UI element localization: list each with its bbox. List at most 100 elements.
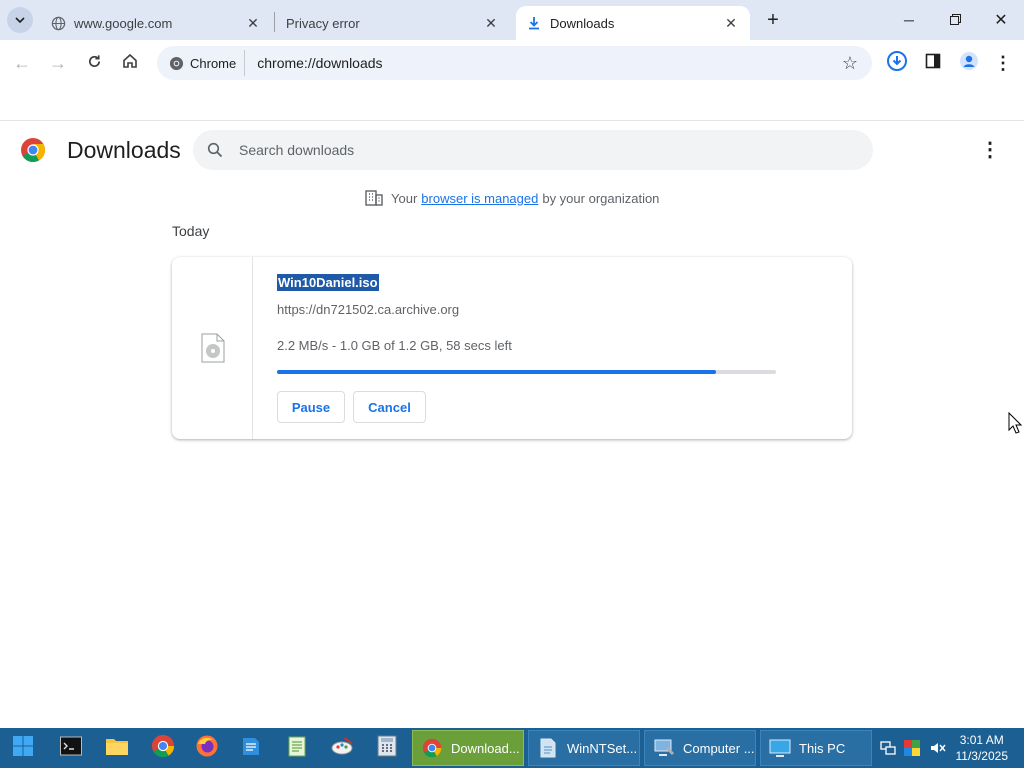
task-label: This PC xyxy=(799,740,846,756)
mouse-cursor-icon xyxy=(1008,411,1023,439)
star-icon[interactable]: ☆ xyxy=(842,53,858,74)
arrow-right-icon: → xyxy=(49,52,67,73)
tab-google[interactable]: www.google.com ✕ xyxy=(40,6,272,40)
minimize-button[interactable]: ─ xyxy=(886,0,932,40)
search-icon xyxy=(207,142,223,158)
taskbar-notepad[interactable] xyxy=(281,732,313,764)
document-icon xyxy=(537,737,559,759)
download-circle-icon xyxy=(886,50,908,77)
task-label: Computer ... xyxy=(683,740,755,756)
arrow-left-icon: ← xyxy=(13,52,31,73)
chrome-logo-icon xyxy=(169,56,184,71)
computer-management-icon xyxy=(653,737,675,759)
downloads-toolbar-button[interactable] xyxy=(882,48,912,78)
taskbar-task-this-pc[interactable]: This PC xyxy=(760,730,872,766)
file-name-link[interactable]: Win10Daniel.iso xyxy=(277,274,379,291)
system-clock[interactable]: 3:01 AM 11/3/2025 xyxy=(956,732,1009,764)
close-icon[interactable]: ✕ xyxy=(244,14,262,32)
omnibox[interactable]: Chrome chrome://downloads ☆ xyxy=(157,46,872,80)
taskbar-chrome[interactable] xyxy=(147,732,179,764)
side-panel-button[interactable] xyxy=(918,48,948,78)
restore-button[interactable] xyxy=(932,0,978,40)
cancel-button[interactable]: Cancel xyxy=(353,391,426,423)
browser-menu-button[interactable]: ⋮ xyxy=(988,48,1018,78)
avatar-icon xyxy=(959,51,979,76)
site-info-chip[interactable]: Chrome xyxy=(163,50,246,76)
download-progress-bar xyxy=(277,370,776,374)
windows-logo-icon xyxy=(12,735,34,762)
profile-button[interactable] xyxy=(954,48,984,78)
more-actions-icon[interactable]: ⋮ xyxy=(980,137,1000,162)
downloads-header: Downloads ⋮ xyxy=(0,120,1024,180)
task-label: WinNTSet... xyxy=(567,740,638,756)
taskbar-terminal[interactable] xyxy=(55,732,87,764)
network-icon[interactable] xyxy=(880,740,896,761)
more-vertical-icon: ⋮ xyxy=(994,52,1012,73)
managed-link[interactable]: browser is managed xyxy=(421,191,538,206)
browser-toolbar: ← → Chrome chrome://downloads ☆ ⋮ xyxy=(0,40,1024,86)
volume-muted-icon[interactable] xyxy=(930,740,946,761)
new-tab-button[interactable]: + xyxy=(750,0,796,40)
close-icon: ✕ xyxy=(994,12,1008,29)
managed-suffix: by your organization xyxy=(542,190,660,206)
building-icon xyxy=(365,190,383,206)
taskbar: Download... WinNTSet... Computer ... Thi… xyxy=(0,728,1024,768)
url-text[interactable]: chrome://downloads xyxy=(257,55,382,71)
home-button[interactable] xyxy=(115,48,145,78)
tab-divider xyxy=(274,12,275,32)
date-section-label: Today xyxy=(172,223,210,239)
clock-time: 3:01 AM xyxy=(959,733,1004,747)
restore-icon xyxy=(949,12,961,28)
tab-title: www.google.com xyxy=(74,15,173,31)
plus-icon: + xyxy=(767,8,779,31)
search-box[interactable] xyxy=(193,130,873,170)
close-icon[interactable]: ✕ xyxy=(482,14,500,32)
disc-file-icon xyxy=(201,333,225,368)
folder-icon xyxy=(105,736,129,761)
minimize-icon: ─ xyxy=(904,12,914,28)
close-icon[interactable]: ✕ xyxy=(722,14,740,32)
back-button[interactable]: ← xyxy=(7,48,37,78)
start-button[interactable] xyxy=(7,732,39,764)
download-status: 2.2 MB/s - 1.0 GB of 1.2 GB, 58 secs lef… xyxy=(277,338,512,353)
tab-search-button[interactable] xyxy=(2,0,38,40)
file-source-url[interactable]: https://dn721502.ca.archive.org xyxy=(277,302,459,317)
reload-button[interactable] xyxy=(79,48,109,78)
forward-button[interactable]: → xyxy=(43,48,73,78)
tab-strip: www.google.com ✕ Privacy error ✕ Downloa… xyxy=(0,0,1024,40)
calculator-icon xyxy=(377,735,397,762)
taskbar-file-explorer[interactable] xyxy=(101,732,133,764)
search-input[interactable] xyxy=(239,142,839,158)
monitor-icon xyxy=(769,737,791,759)
color-tray-icon[interactable] xyxy=(904,740,920,761)
tab-downloads[interactable]: Downloads ✕ xyxy=(516,6,750,40)
chrome-icon xyxy=(151,734,175,763)
download-icon xyxy=(526,15,542,31)
tab-title: Privacy error xyxy=(286,15,360,31)
taskbar-paint[interactable] xyxy=(327,732,359,764)
firefox-icon xyxy=(195,734,219,763)
home-icon xyxy=(122,53,138,74)
clock-date: 11/3/2025 xyxy=(955,749,1009,763)
side-panel-icon xyxy=(925,53,941,74)
taskbar-task-computer-management[interactable]: Computer ... xyxy=(644,730,756,766)
paint-icon xyxy=(331,735,355,762)
taskbar-firefox[interactable] xyxy=(191,732,223,764)
file-icon-column xyxy=(172,257,253,439)
taskbar-app-blue[interactable] xyxy=(235,732,267,764)
close-window-button[interactable]: ✕ xyxy=(978,0,1024,40)
managed-prefix: Your xyxy=(391,190,418,206)
taskbar-calculator[interactable] xyxy=(371,732,403,764)
task-label: Download... xyxy=(451,740,520,756)
pause-button[interactable]: Pause xyxy=(277,391,345,423)
book-icon xyxy=(240,735,262,762)
taskbar-task-downloads[interactable]: Download... xyxy=(412,730,524,766)
globe-icon xyxy=(50,15,66,31)
tab-title: Downloads xyxy=(550,15,615,31)
download-item-card: Win10Daniel.iso https://dn721502.ca.arch… xyxy=(172,257,852,439)
page-title: Downloads xyxy=(67,137,181,163)
download-progress-fill xyxy=(277,370,717,374)
taskbar-task-winntset[interactable]: WinNTSet... xyxy=(528,730,640,766)
chrome-icon xyxy=(421,737,443,759)
tab-privacy-error[interactable]: Privacy error ✕ xyxy=(276,6,510,40)
